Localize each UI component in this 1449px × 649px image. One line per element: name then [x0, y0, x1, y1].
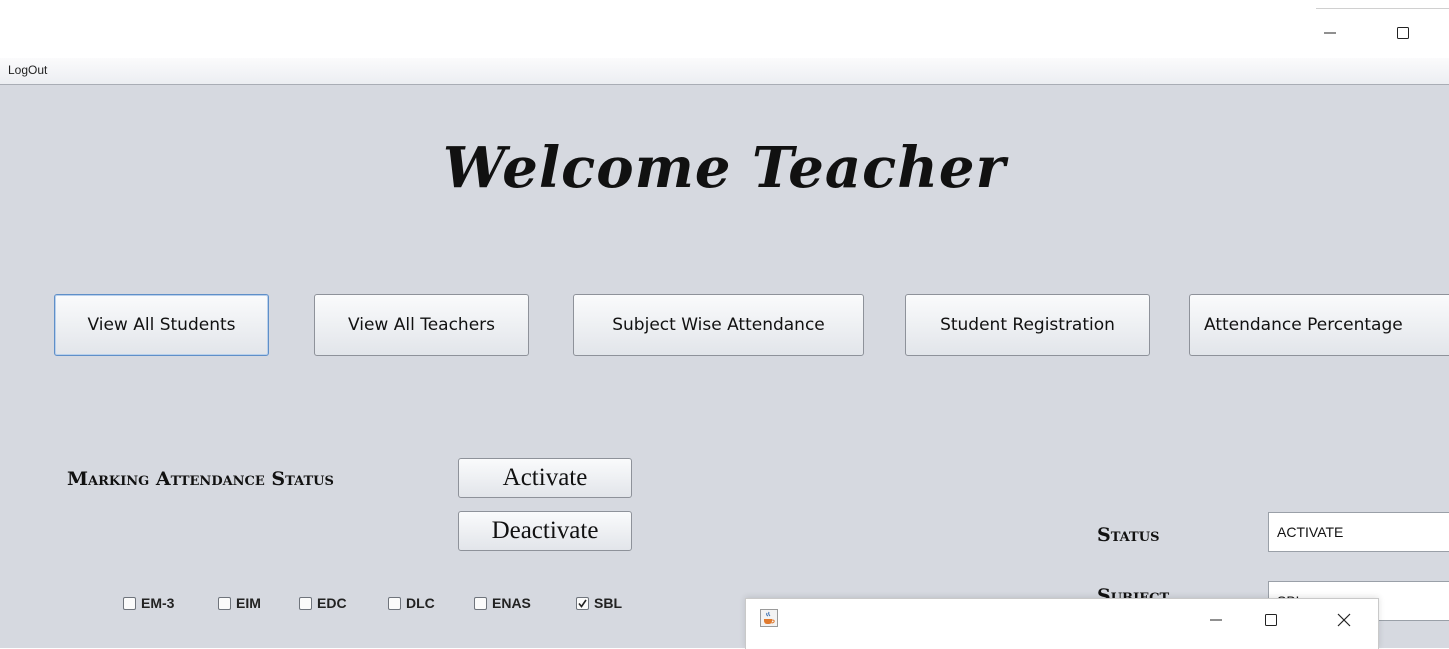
checkbox-box[interactable]	[123, 596, 136, 610]
checkbox-label: EM-3	[141, 595, 175, 611]
status-label: Status	[1097, 524, 1160, 546]
titlebar-edge	[1316, 8, 1449, 9]
deactivate-button[interactable]: Deactivate	[458, 511, 632, 551]
checkmark-icon	[578, 599, 587, 608]
marking-attendance-status-label: Marking Attendance Status	[67, 468, 334, 490]
checkbox-label: SBL	[594, 595, 622, 611]
checkbox-box[interactable]	[474, 596, 487, 610]
logout-menu[interactable]: LogOut	[8, 63, 47, 77]
checkbox-label: EDC	[317, 595, 347, 611]
subject-checkbox-edc[interactable]: EDC	[299, 595, 347, 611]
view-all-teachers-button[interactable]: View All Teachers	[314, 294, 529, 356]
subject-checkbox-eim[interactable]: EIM	[218, 595, 261, 611]
subject-checkbox-em3[interactable]: EM-3	[123, 595, 174, 611]
checkbox-box[interactable]	[388, 596, 401, 610]
checkbox-label: ENAS	[492, 595, 531, 611]
menu-bar: LogOut	[0, 58, 1449, 85]
minimize-icon	[1210, 619, 1222, 621]
checkbox-box[interactable]	[299, 596, 312, 610]
checkbox-label: EIM	[236, 595, 261, 611]
activate-button[interactable]: Activate	[458, 458, 632, 498]
subject-wise-attendance-button[interactable]: Subject Wise Attendance	[573, 294, 864, 356]
window-maximize-button[interactable]	[1388, 20, 1418, 46]
popup-maximize-button[interactable]	[1256, 607, 1286, 633]
subject-checkbox-sbl[interactable]: SBL	[576, 595, 622, 611]
minimize-icon	[1324, 32, 1336, 34]
close-icon	[1337, 613, 1351, 627]
maximize-icon	[1397, 27, 1409, 39]
popup-minimize-button[interactable]	[1201, 607, 1231, 633]
student-registration-button[interactable]: Student Registration	[905, 294, 1150, 356]
status-field[interactable]: ACTIVATE	[1268, 512, 1449, 552]
checkbox-box[interactable]	[218, 596, 231, 610]
checkbox-label: DLC	[406, 595, 435, 611]
subject-checkbox-enas[interactable]: ENAS	[474, 595, 531, 611]
maximize-icon	[1265, 614, 1277, 626]
java-cup-icon	[760, 609, 778, 627]
checkbox-box[interactable]	[576, 596, 589, 610]
welcome-heading: Welcome Teacher	[442, 135, 1007, 201]
attendance-percentage-button[interactable]: Attendance Percentage	[1189, 294, 1449, 356]
window-titlebar	[0, 0, 1449, 58]
teacher-dashboard-panel: Welcome Teacher View All Students View A…	[0, 85, 1449, 648]
window-minimize-button[interactable]	[1315, 20, 1345, 46]
popup-close-button[interactable]	[1329, 607, 1359, 633]
subject-checkbox-dlc[interactable]: DLC	[388, 595, 435, 611]
java-popup-window	[745, 598, 1379, 649]
view-all-students-button[interactable]: View All Students	[54, 294, 269, 356]
